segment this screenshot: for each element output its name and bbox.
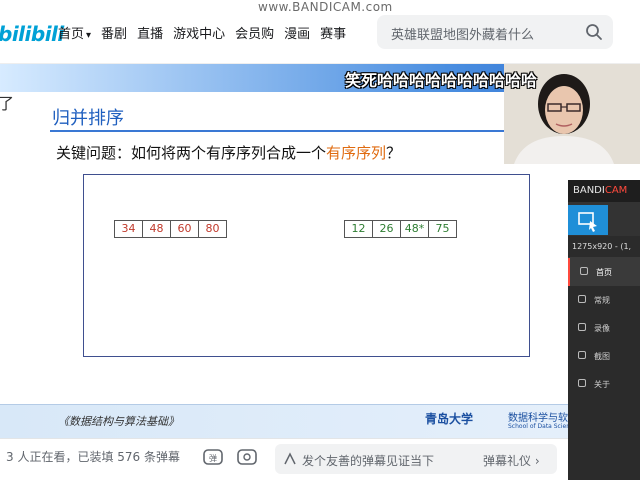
question-suffix: ？ [386, 144, 402, 162]
font-style-icon[interactable] [283, 452, 297, 466]
bandicam-menu-screenshot[interactable]: 截图 [568, 342, 640, 370]
bandicam-title-prefix: BANDI [573, 185, 605, 196]
slide-title: 归并排序 [52, 108, 124, 129]
question-highlight: 有序序列 [326, 144, 387, 162]
array-a-cell: 80 [198, 220, 227, 238]
array-a: 34 48 60 80 [114, 220, 227, 238]
bandicam-menu-label: 关于 [594, 380, 610, 389]
array-a-cell: 34 [114, 220, 143, 238]
chevron-down-icon: ▾ [86, 30, 92, 41]
array-b-cell: 75 [428, 220, 457, 238]
screen-record-mode-button[interactable] [568, 205, 608, 235]
bandicam-menu-general[interactable]: 常规 [568, 286, 640, 314]
slide-footer: 《数据结构与算法基础》 青岛大学 数据科学与软件 School of Data … [0, 404, 640, 438]
danmaku-etiquette-link[interactable]: 弹幕礼仪 › [483, 452, 540, 469]
search-input[interactable]: 英雄联盟地图外藏着什么 [391, 24, 534, 43]
home-icon [580, 267, 588, 275]
bandicam-toolbar [568, 202, 640, 236]
merge-diagram: 34 48 60 80 12 26 48* 75 [83, 174, 530, 357]
viewer-count: 3 人正在看，已装填 576 条弹幕 [6, 450, 180, 464]
danmaku-placeholder: 发个友善的弹幕见证当下 [302, 454, 435, 468]
bandicam-menu-about[interactable]: 关于 [568, 370, 640, 398]
nav-anime[interactable]: 番剧 [101, 23, 127, 42]
danmaku-bar: 3 人正在看，已装填 576 条弹幕 弹 发个友善的弹幕见证当下 弹幕礼仪 › [0, 438, 640, 480]
footer-university: 青岛大学 [425, 412, 474, 426]
nav-home[interactable]: 首页 ▾ [58, 23, 91, 42]
nav-game-center[interactable]: 游戏中心 [173, 23, 225, 42]
title-underline [50, 130, 505, 132]
bandicam-size-readout: 1275x920 - (1, [568, 236, 640, 258]
nav-shop[interactable]: 会员购 [235, 23, 274, 42]
bandicam-panel[interactable]: BANDICAM 1275x920 - (1, 首页 常规 录像 截图 关于 [568, 180, 640, 480]
question-prefix: 关键问题：如何将两个有序序列合成一个 [56, 144, 327, 162]
info-icon [578, 379, 586, 387]
video-player[interactable]: 笑死哈哈哈哈哈哈哈哈哈哈 了 归并排序 关键问题：如何将两个有序序列合成一个有序… [0, 64, 640, 438]
bandicam-title-suffix: CAM [604, 185, 628, 196]
bandicam-menu-video[interactable]: 录像 [568, 314, 640, 342]
nav-live[interactable]: 直播 [137, 23, 163, 42]
bandicam-menu-home[interactable]: 首页 [568, 258, 640, 286]
search-bar[interactable]: 英雄联盟地图外藏着什么 [377, 15, 613, 49]
image-icon [578, 351, 586, 359]
danmaku-comment: 笑死哈哈哈哈哈哈哈哈哈哈 [345, 71, 538, 90]
nav-manga[interactable]: 漫画 [284, 23, 310, 42]
array-b-cell: 12 [344, 220, 373, 238]
slide-left-mark: 了 [0, 94, 15, 113]
danmaku-settings-icon[interactable] [236, 446, 258, 468]
bandicam-menu-label: 截图 [594, 352, 610, 361]
video-icon [578, 323, 586, 331]
bandicam-watermark: www.BANDICAM.com [258, 0, 393, 14]
array-a-cell: 48 [142, 220, 171, 238]
array-b-cell: 26 [372, 220, 401, 238]
svg-text:弹: 弹 [209, 453, 217, 463]
danmaku-input[interactable]: 发个友善的弹幕见证当下 弹幕礼仪 › [275, 444, 557, 474]
gear-icon [578, 295, 586, 303]
nav-home-label: 首页 [58, 27, 85, 42]
top-nav: 首页 ▾ 番剧 直播 游戏中心 会员购 漫画 赛事 [58, 23, 346, 42]
bandicam-menu-label: 首页 [596, 268, 612, 277]
footer-book-title: 《数据结构与算法基础》 [58, 415, 179, 428]
rectangle-select-icon [578, 212, 597, 232]
danmaku-toggle-icon[interactable]: 弹 [202, 446, 224, 468]
bandicam-menu-label: 常规 [594, 296, 610, 305]
slide-question: 关键问题：如何将两个有序序列合成一个有序序列？ [56, 142, 401, 163]
array-b-cell: 48* [400, 220, 429, 238]
screen: www.BANDICAM.com bilibili 首页 ▾ 番剧 直播 游戏中心… [0, 0, 640, 480]
nav-esports[interactable]: 赛事 [320, 23, 346, 42]
bilibili-logo[interactable]: bilibili [0, 22, 64, 46]
array-a-cell: 60 [170, 220, 199, 238]
array-b: 12 26 48* 75 [344, 220, 457, 238]
bandicam-title: BANDICAM [568, 180, 640, 202]
search-icon[interactable] [585, 23, 603, 41]
bandicam-menu-label: 录像 [594, 324, 610, 333]
